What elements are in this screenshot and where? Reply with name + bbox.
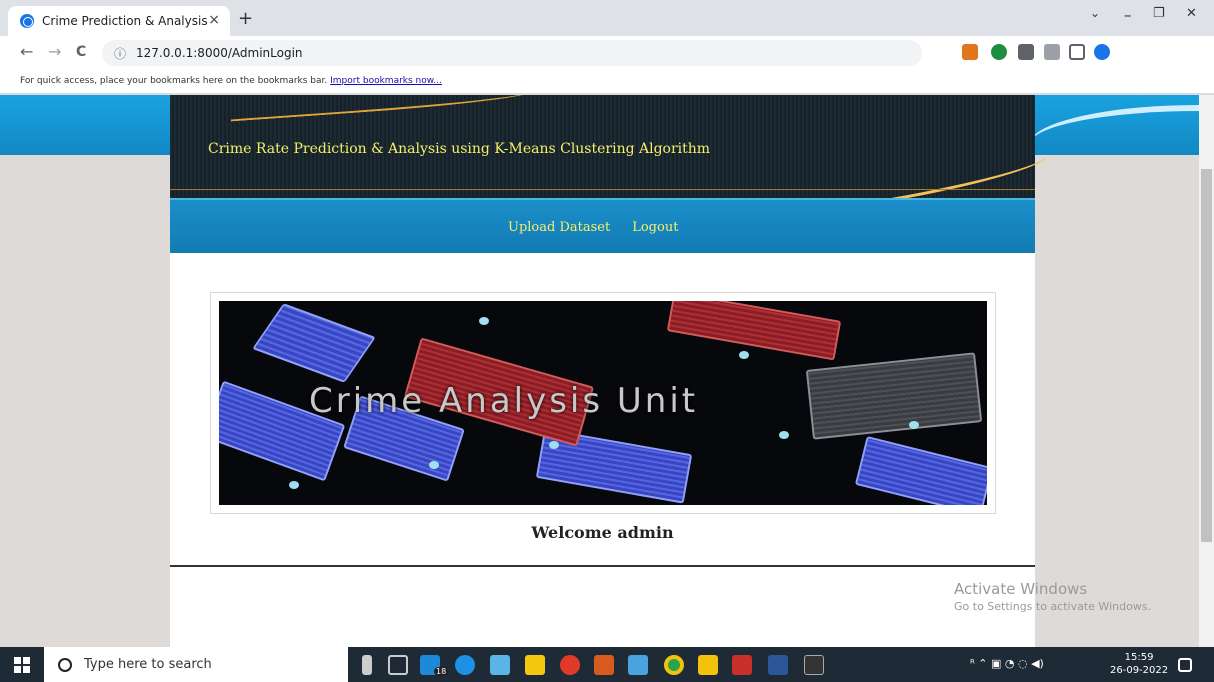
profile-icon[interactable] — [1094, 44, 1110, 60]
search-placeholder: Type here to search — [84, 657, 212, 672]
tab-title: Crime Prediction & Analysis — [42, 14, 208, 28]
watermark-line1: Activate Windows — [954, 580, 1088, 598]
divider — [170, 565, 1035, 567]
site-title: Crime Rate Prediction & Analysis using K… — [208, 141, 711, 157]
site-banner: Crime Rate Prediction & Analysis using K… — [170, 95, 1051, 201]
forward-button[interactable]: → — [48, 42, 61, 61]
edge-icon[interactable] — [455, 655, 475, 675]
new-tab-button[interactable]: + — [238, 8, 253, 29]
app3-icon[interactable] — [628, 655, 648, 675]
minimize-button[interactable]: – — [1124, 6, 1132, 24]
windows-start-icon[interactable] — [14, 657, 30, 673]
maximize-button[interactable]: ❐ — [1153, 6, 1165, 21]
cortana-icon — [58, 657, 72, 672]
upload-dataset-link[interactable]: Upload Dataset — [508, 220, 610, 235]
import-bookmarks-link[interactable]: Import bookmarks now... — [330, 76, 442, 86]
address-bar[interactable]: ⓘ 127.0.0.1:8000/AdminLogin — [102, 40, 922, 66]
taskbar: Type here to search 18 ᴿ ⌃ ▣ ◔ ◌ ◀) 15:5… — [0, 647, 1214, 682]
reading-list-icon[interactable] — [1044, 44, 1060, 60]
app2-icon[interactable] — [594, 655, 614, 675]
chrome-icon[interactable] — [664, 655, 684, 675]
clock[interactable]: 15:59 26-09-2022 — [1110, 651, 1168, 677]
info-icon[interactable]: ⓘ — [114, 45, 126, 62]
reload-button[interactable]: C — [76, 44, 86, 60]
tab-close-icon[interactable]: × — [208, 12, 220, 28]
date: 26-09-2022 — [1110, 665, 1169, 676]
hero-image: Crime Analysis Unit — [219, 301, 987, 505]
welcome-heading: Welcome admin — [531, 523, 674, 542]
side-panel-icon[interactable] — [1069, 44, 1085, 60]
bookmarks-bar: For quick access, place your bookmarks h… — [0, 70, 1214, 94]
mail-badge: 18 — [434, 667, 449, 676]
time: 15:59 — [1124, 652, 1154, 663]
back-button[interactable]: ← — [20, 42, 33, 61]
scrollbar[interactable] — [1199, 95, 1214, 647]
hero-caption: Crime Analysis Unit — [309, 381, 699, 421]
task-view-icon[interactable] — [388, 655, 408, 675]
app4-icon[interactable] — [732, 655, 752, 675]
metamask-extension-icon[interactable] — [962, 44, 978, 60]
notification-icon[interactable] — [1178, 658, 1192, 672]
tab-search-icon[interactable]: ⌄ — [1090, 6, 1100, 20]
shield-extension-icon[interactable] — [991, 44, 1007, 60]
globe-icon — [20, 14, 34, 28]
taskbar-search[interactable]: Type here to search — [44, 647, 348, 682]
page-content: Crime Rate Prediction & Analysis using K… — [170, 95, 1051, 647]
watermark-line2: Go to Settings to activate Windows. — [954, 600, 1152, 613]
puzzle-icon[interactable] — [1018, 44, 1034, 60]
browser-tab[interactable]: Crime Prediction & Analysis × — [8, 6, 230, 36]
nav-bar: Upload Dataset Logout — [170, 198, 1035, 253]
app-icon[interactable] — [490, 655, 510, 675]
logout-link[interactable]: Logout — [632, 220, 678, 235]
scrollbar-thumb[interactable] — [1201, 169, 1212, 542]
hero-image-frame: Crime Analysis Unit — [210, 292, 996, 514]
file-explorer-icon[interactable] — [698, 655, 718, 675]
terminal-icon[interactable] — [804, 655, 824, 675]
close-window-button[interactable]: ✕ — [1186, 6, 1197, 21]
word-icon[interactable] — [768, 655, 788, 675]
tab-strip: Crime Prediction & Analysis × + ⌄ – ❐ ✕ — [0, 0, 1214, 36]
bookmarks-hint: For quick access, place your bookmarks h… — [20, 76, 328, 86]
store-icon[interactable] — [525, 655, 545, 675]
microphone-icon[interactable] — [362, 655, 372, 675]
url-text: 127.0.0.1:8000/AdminLogin — [136, 46, 303, 60]
system-tray[interactable]: ᴿ ⌃ ▣ ◔ ◌ ◀) — [970, 657, 1044, 670]
opera-icon[interactable] — [560, 655, 580, 675]
page-viewport: Crime Rate Prediction & Analysis using K… — [0, 95, 1199, 647]
activate-windows-watermark: Activate Windows Go to Settings to activ… — [954, 580, 1151, 613]
